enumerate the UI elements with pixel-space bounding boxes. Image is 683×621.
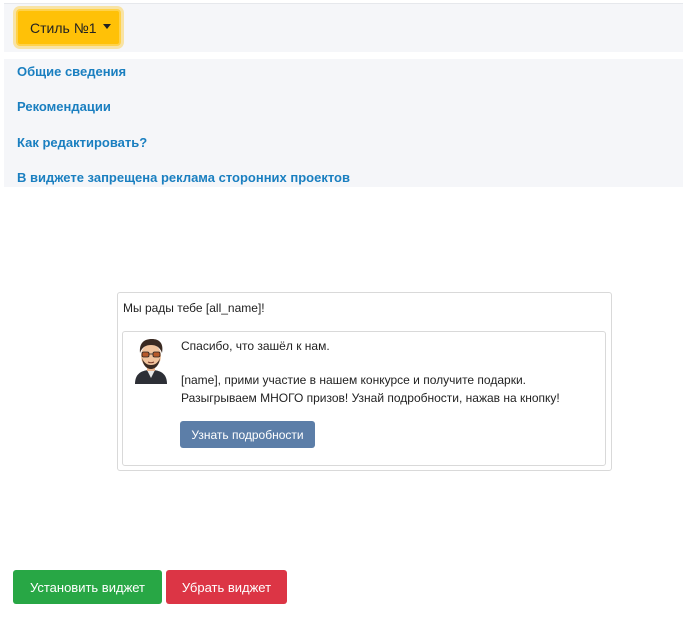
message-line-prizes: Разыгрываем МНОГО призов! Узнай подробно… [181, 391, 560, 405]
info-links-panel: Общие сведения Рекомендации Как редактир… [4, 59, 683, 187]
caret-down-icon [102, 24, 111, 29]
widget-preview: Мы рады тебе [all_name]! Спасибо, что за… [117, 292, 612, 471]
info-link-general[interactable]: Общие сведения [17, 64, 126, 79]
widget-greeting: Мы рады тебе [all_name]! [123, 301, 265, 315]
learn-more-button[interactable]: Узнать подробности [180, 421, 315, 448]
install-widget-button[interactable]: Установить виджет [13, 570, 162, 604]
info-link-ads-forbidden[interactable]: В виджете запрещена реклама сторонних пр… [17, 170, 350, 185]
style-dropdown[interactable]: Стиль №1 [16, 9, 121, 46]
message-line-contest: [name], прими участие в нашем конкурсе и… [181, 373, 526, 387]
avatar-icon [135, 339, 167, 384]
message-card: Спасибо, что зашёл к нам. [name], прими … [122, 331, 606, 466]
info-link-recommendations[interactable]: Рекомендации [17, 99, 111, 114]
info-link-how-to-edit[interactable]: Как редактировать? [17, 135, 147, 150]
remove-widget-button[interactable]: Убрать виджет [166, 570, 287, 604]
toolbar-strip: Стиль №1 [4, 3, 683, 52]
style-dropdown-label: Стиль №1 [30, 19, 97, 36]
message-line-thanks: Спасибо, что зашёл к нам. [181, 339, 330, 353]
